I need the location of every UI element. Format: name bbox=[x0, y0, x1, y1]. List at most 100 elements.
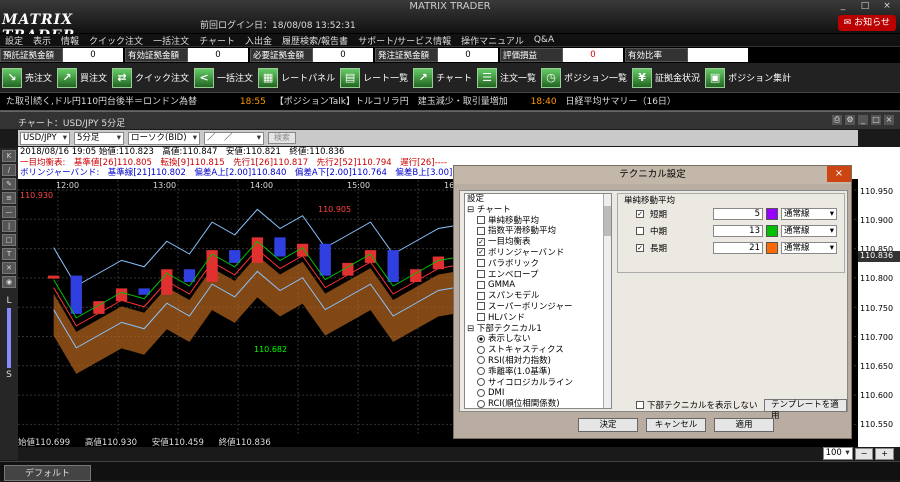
tree-radio[interactable] bbox=[477, 378, 485, 387]
text-tool-icon[interactable]: T bbox=[2, 248, 16, 260]
tree-item[interactable]: GMMA bbox=[465, 280, 611, 291]
zoom-select[interactable]: 100 bbox=[822, 447, 853, 460]
news-ticker[interactable]: た取引続く,ドル円110円台後半＝ロンドン為替 18:55 【ポジションTalk… bbox=[0, 93, 900, 111]
menu-manual[interactable]: 操作マニュアル bbox=[456, 34, 529, 47]
hline-tool-icon[interactable]: — bbox=[2, 206, 16, 218]
hide-lower-technical[interactable]: 下部テクニカルを表示しない bbox=[636, 399, 758, 411]
tree-scroll-thumb[interactable] bbox=[604, 206, 611, 236]
sma-short-input[interactable]: 5 bbox=[713, 207, 763, 220]
tree-radio[interactable] bbox=[477, 367, 485, 376]
tab-default[interactable]: デフォルト bbox=[4, 465, 92, 481]
margin-status-button[interactable]: ¥ 証拠金状況 bbox=[632, 66, 700, 90]
vline-tool-icon[interactable]: | bbox=[2, 220, 16, 232]
camera-tool-icon[interactable]: ◉ bbox=[2, 276, 16, 288]
menu-settings[interactable]: 設定 bbox=[0, 34, 28, 47]
tree-checkbox[interactable] bbox=[477, 270, 485, 279]
sma-mid-color[interactable] bbox=[766, 224, 778, 237]
minimize-icon[interactable]: _ bbox=[832, 0, 854, 12]
sma-long-line-select[interactable]: 通常線 bbox=[781, 241, 837, 254]
tree-expand-icon[interactable]: ⊟ bbox=[467, 205, 477, 215]
sma-short-checkbox[interactable]: ✓ bbox=[636, 209, 644, 218]
tree-checkbox[interactable] bbox=[477, 313, 485, 322]
pair-select[interactable]: USD/JPY bbox=[20, 131, 70, 145]
cursor-tool-icon[interactable]: K bbox=[2, 150, 16, 162]
minimize-icon[interactable]: _ bbox=[858, 115, 868, 125]
tree-item[interactable]: 乖離率(1.0基準) bbox=[465, 367, 611, 378]
bulk-order-button[interactable]: < 一括注文 bbox=[194, 66, 253, 90]
tree-item[interactable]: ✓ ボリンジャーバンド bbox=[465, 248, 611, 259]
close-icon[interactable]: × bbox=[876, 0, 898, 12]
close-icon[interactable]: × bbox=[884, 115, 894, 125]
tree-item[interactable]: サイコロジカルライン bbox=[465, 378, 611, 389]
fib-tool-icon[interactable]: ≡ bbox=[2, 192, 16, 204]
candle-type-select[interactable]: ローソク(BID) bbox=[128, 131, 200, 145]
tree-item[interactable]: RCI(順位相関係数) bbox=[465, 399, 611, 408]
tree-item[interactable]: ストキャスティクス bbox=[465, 345, 611, 356]
chart-button[interactable]: ↗ チャート bbox=[413, 66, 472, 90]
menu-qa[interactable]: Q&A bbox=[529, 35, 559, 45]
sma-long-checkbox[interactable]: ✓ bbox=[636, 243, 644, 252]
menu-info[interactable]: 情報 bbox=[56, 34, 84, 47]
tree-item[interactable]: ⊟ 下部テクニカル1 bbox=[465, 324, 611, 335]
notice-button[interactable]: ✉ お知らせ bbox=[837, 15, 896, 31]
maximize-icon[interactable]: □ bbox=[871, 115, 881, 125]
sell-order-button[interactable]: ↘ 売注文 bbox=[2, 66, 52, 90]
zoom-in-button[interactable]: + bbox=[875, 447, 894, 460]
rate-panel-button[interactable]: ▦ レートパネル bbox=[258, 66, 335, 90]
tree-item[interactable]: RSI(相対力指数) bbox=[465, 356, 611, 367]
tree-checkbox[interactable]: ✓ bbox=[477, 237, 485, 246]
menu-bulk-order[interactable]: 一括注文 bbox=[148, 34, 194, 47]
news-item-text[interactable]: 日経平均サマリー（16日） bbox=[565, 97, 675, 107]
tree-item[interactable]: HLバンド bbox=[465, 313, 611, 324]
rect-tool-icon[interactable]: □ bbox=[2, 234, 16, 246]
period-select[interactable]: 5分足 bbox=[74, 131, 124, 145]
sma-short-color[interactable] bbox=[766, 207, 778, 220]
sma-long-input[interactable]: 21 bbox=[713, 241, 763, 254]
close-icon[interactable]: × bbox=[827, 166, 851, 182]
tree-radio[interactable] bbox=[477, 399, 485, 408]
apply-template-button[interactable]: テンプレートを適用 bbox=[764, 399, 847, 421]
news-item-text[interactable]: た取引続く,ドル円110円台後半＝ロンドン為替 bbox=[6, 97, 197, 107]
tree-radio[interactable] bbox=[477, 388, 485, 397]
position-list-button[interactable]: ◷ ポジション一覧 bbox=[541, 66, 627, 90]
tree-checkbox[interactable]: ✓ bbox=[477, 248, 485, 257]
menu-quick-order[interactable]: クイック注文 bbox=[84, 34, 148, 47]
gear-icon[interactable]: ⚙ bbox=[845, 115, 855, 125]
sma-mid-checkbox[interactable] bbox=[636, 226, 644, 235]
tree-item[interactable]: 表示しない bbox=[465, 334, 611, 345]
menu-view[interactable]: 表示 bbox=[28, 34, 56, 47]
tree-checkbox[interactable] bbox=[477, 216, 485, 225]
tree-item[interactable]: ⊟ チャート bbox=[465, 205, 611, 216]
hide-lower-checkbox[interactable] bbox=[636, 401, 644, 409]
tree-radio[interactable] bbox=[477, 345, 485, 354]
tree-checkbox[interactable] bbox=[477, 280, 485, 289]
tree-checkbox[interactable] bbox=[477, 259, 485, 268]
sma-long-color[interactable] bbox=[766, 241, 778, 254]
menu-history[interactable]: 履歴検索/報告書 bbox=[277, 34, 353, 47]
position-summary-button[interactable]: ▣ ポジション集計 bbox=[705, 66, 791, 90]
tree-item[interactable]: ✓ 一目均衡表 bbox=[465, 237, 611, 248]
sma-mid-input[interactable]: 13 bbox=[713, 224, 763, 237]
sma-mid-line-select[interactable]: 通常線 bbox=[781, 224, 837, 237]
delete-tool-icon[interactable]: ✕ bbox=[2, 262, 16, 274]
menu-deposit[interactable]: 入出金 bbox=[240, 34, 277, 47]
tree-checkbox[interactable] bbox=[477, 226, 485, 235]
search-button[interactable]: 検索 bbox=[268, 132, 296, 144]
tree-checkbox[interactable] bbox=[477, 302, 485, 311]
tree-checkbox[interactable] bbox=[477, 291, 485, 300]
tree-item[interactable]: 指数平滑移動平均 bbox=[465, 226, 611, 237]
menu-chart[interactable]: チャート bbox=[194, 34, 240, 47]
print-icon[interactable]: ⎙ bbox=[832, 115, 842, 125]
news-item-text[interactable]: 【ポジションTalk】トルコリラ円 建玉減少・取引量増加 bbox=[275, 97, 508, 107]
zoom-out-button[interactable]: − bbox=[854, 447, 874, 460]
trendline-tool-icon[interactable]: / bbox=[2, 164, 16, 176]
tree-item[interactable]: パラボリック bbox=[465, 259, 611, 270]
tree-item[interactable]: スパンモデル bbox=[465, 291, 611, 302]
tree-radio[interactable] bbox=[477, 334, 485, 343]
sma-short-line-select[interactable]: 通常線 bbox=[781, 207, 837, 220]
pen-tool-icon[interactable]: ✎ bbox=[2, 178, 16, 190]
tree-item[interactable]: 単純移動平均 bbox=[465, 216, 611, 227]
tree-item[interactable]: DMI bbox=[465, 388, 611, 399]
zoom-slider[interactable] bbox=[7, 308, 11, 368]
tree-scrollbar[interactable] bbox=[603, 194, 611, 408]
